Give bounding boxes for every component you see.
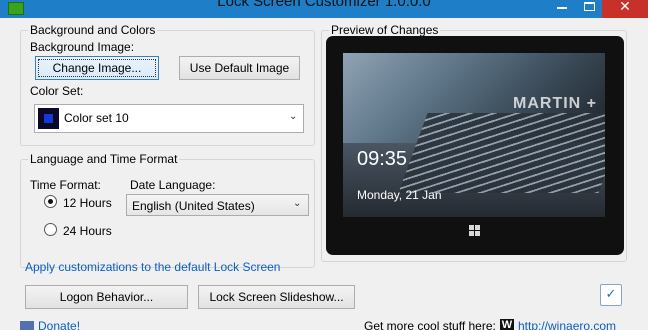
date-language-value: English (United States) (132, 199, 255, 213)
date-language-label: Date Language: (130, 178, 216, 192)
use-default-image-button[interactable]: Use Default Image (179, 56, 300, 80)
lock-screen-preview: MARTIN + 09:35 Monday, 21 Jan (343, 53, 605, 217)
maximize-icon (584, 2, 595, 11)
maximize-button[interactable] (576, 0, 602, 18)
title-bar: Lock Screen Customizer 1.0.0.0 ✕ (0, 0, 648, 18)
color-set-dropdown[interactable]: Color set 10 ⌄ (34, 104, 304, 133)
donate-link[interactable]: Donate! (38, 319, 80, 330)
radio-12-hours[interactable] (44, 195, 57, 208)
close-icon: ✕ (619, 0, 631, 15)
apply-customizations-link[interactable]: Apply customizations to the default Lock… (25, 260, 280, 274)
preview-date: Monday, 21 Jan (357, 188, 442, 202)
windows-logo-icon (469, 225, 480, 236)
radio-24-hours[interactable] (44, 223, 57, 236)
preview-bench (398, 113, 605, 193)
color-swatch-fill (44, 114, 53, 123)
preview-legend: Preview of Changes (329, 23, 441, 37)
preview-sign-text: MARTIN + (513, 95, 597, 112)
minimize-icon (557, 7, 567, 9)
chevron-down-icon: ⌄ (293, 198, 302, 209)
lock-screen-slideshow-button[interactable]: Lock Screen Slideshow... (198, 285, 355, 309)
color-set-value: Color set 10 (64, 111, 129, 125)
tablet-preview: MARTIN + 09:35 Monday, 21 Jan (326, 36, 624, 255)
time-format-label: Time Format: (30, 178, 101, 192)
background-colors-legend: Background and Colors (28, 23, 158, 37)
donate-icon (20, 321, 34, 330)
client-area: Background and Colors Background Image: … (0, 18, 648, 330)
color-swatch (38, 108, 59, 129)
date-language-select[interactable]: English (United States) ⌄ (126, 194, 309, 216)
winaero-logo-icon: W (500, 319, 514, 330)
color-set-label: Color Set: (30, 84, 84, 98)
language-time-legend: Language and Time Format (28, 152, 180, 166)
winaero-link[interactable]: http://winaero.com (518, 319, 616, 330)
preview-clock: 09:35 (357, 148, 408, 170)
promo-text: Get more cool stuff here: (364, 319, 496, 330)
settings-tool-icon[interactable]: ✓ (600, 284, 622, 306)
radio-12-hours-label: 12 Hours (63, 196, 112, 210)
change-image-button[interactable]: Change Image... (35, 56, 159, 80)
minimize-button[interactable] (548, 0, 576, 18)
close-button[interactable]: ✕ (602, 0, 648, 18)
logon-behavior-button[interactable]: Logon Behavior... (25, 285, 188, 309)
background-image-label: Background Image: (30, 40, 135, 54)
radio-24-hours-label: 24 Hours (63, 224, 112, 238)
chevron-down-icon: ⌄ (289, 111, 298, 122)
